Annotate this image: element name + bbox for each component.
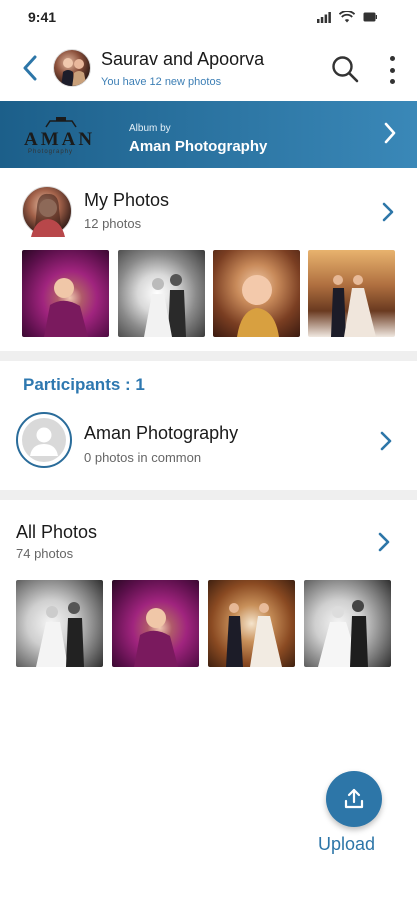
my-photo-thumbnail-2[interactable]	[118, 250, 205, 337]
all-photo-thumbnail-2[interactable]	[112, 580, 199, 667]
my-photo-thumbnail-1[interactable]	[22, 250, 109, 337]
status-time: 9:41	[28, 9, 57, 25]
search-button[interactable]	[330, 54, 360, 84]
album-by-label: Album by	[129, 123, 171, 134]
aman-photography-logo: AMAN Photography	[20, 115, 102, 157]
wifi-icon	[339, 11, 355, 23]
section-divider	[0, 490, 417, 500]
all-photo-thumbnail-4[interactable]	[304, 580, 391, 667]
participant-name[interactable]: Aman Photography	[84, 423, 238, 444]
back-button[interactable]	[16, 50, 44, 86]
upload-icon	[344, 788, 364, 809]
search-icon	[332, 56, 359, 83]
logo-text: AMAN	[24, 129, 96, 150]
participant-chevron-icon[interactable]	[376, 429, 396, 453]
all-photos-count: 74 photos	[16, 546, 74, 561]
new-photos-subtitle: You have 12 new photos	[101, 76, 222, 88]
signal-icon	[317, 11, 331, 23]
participant-avatar	[16, 412, 72, 468]
upload-label[interactable]: Upload	[318, 834, 375, 855]
section-divider	[0, 351, 417, 361]
person-placeholder-icon	[22, 418, 66, 462]
chevron-right-icon	[384, 122, 396, 144]
all-photo-thumbnail-3[interactable]	[208, 580, 295, 667]
top-bar: Saurav and Apoorva You have 12 new photo…	[0, 40, 417, 98]
couple-photo-image	[61, 58, 87, 86]
my-avatar	[22, 186, 72, 237]
more-options-button[interactable]	[382, 54, 402, 86]
logo-subtext: Photography	[28, 149, 74, 155]
my-photos-count: 12 photos	[84, 216, 142, 231]
bride-portrait-image	[31, 193, 65, 237]
participant-photos-in-common: 0 photos in common	[84, 450, 202, 465]
my-photos-title: My Photos	[84, 190, 170, 210]
status-bar: 9:41	[0, 0, 417, 36]
battery-icon	[363, 12, 377, 22]
all-photo-thumbnail-1[interactable]	[16, 580, 103, 667]
all-photos-title: All Photos	[16, 522, 98, 542]
album-owner-name: Aman Photography	[129, 138, 268, 155]
participants-title: Participants : 1	[23, 375, 145, 394]
album-avatar	[53, 49, 91, 87]
my-photo-thumbnail-4[interactable]	[308, 250, 395, 337]
my-photo-thumbnail-3[interactable]	[213, 250, 300, 337]
my-photos-chevron-icon[interactable]	[378, 200, 398, 224]
upload-button[interactable]	[326, 771, 382, 827]
album-by-banner[interactable]: AMAN Photography Album by Aman Photograp…	[0, 101, 417, 168]
status-icons	[317, 11, 377, 23]
chevron-left-icon	[23, 55, 37, 81]
all-photos-chevron-icon[interactable]	[374, 530, 394, 554]
page-title: Saurav and Apoorva	[101, 49, 265, 69]
more-vertical-icon	[389, 56, 395, 61]
